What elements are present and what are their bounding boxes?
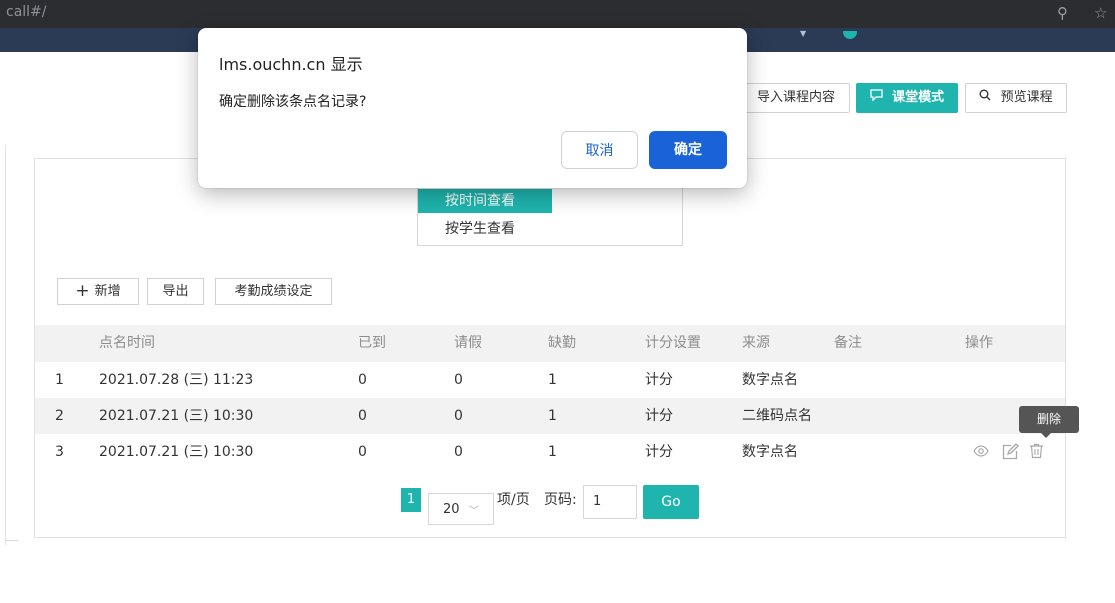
go-button[interactable]: Go (643, 485, 699, 519)
column-header-leave: 请假 (454, 335, 482, 351)
import-course-content-button[interactable]: 导入课程内容 (742, 83, 850, 113)
edit-icon[interactable] (1001, 443, 1019, 465)
attendance-score-settings-label: 考勤成绩设定 (234, 284, 313, 299)
rollcall-time: 2021.07.21 (三) 10:30 (99, 408, 254, 424)
preview-course-label: 预览课程 (1000, 90, 1053, 105)
scoring-setting: 计分 (645, 372, 673, 388)
classroom-mode-button[interactable]: 课堂模式 (856, 83, 958, 113)
page-number-active[interactable]: 1 (401, 488, 421, 512)
side-panel-edge (0, 145, 6, 545)
absent-count: 1 (548, 372, 557, 388)
leave-count: 0 (454, 408, 463, 424)
page-label: 页码: (544, 492, 577, 508)
address-bar[interactable]: call#/ (6, 4, 47, 20)
classroom-mode-label: 课堂模式 (892, 90, 945, 105)
column-header-source: 来源 (742, 335, 770, 351)
ok-button[interactable]: 确定 (649, 131, 727, 169)
rollcall-source: 数字点名 (742, 444, 798, 460)
column-header-time[interactable]: 点名时间 (99, 325, 155, 361)
page-jump-input[interactable]: 1 (583, 485, 637, 519)
cancel-button[interactable]: 取消 (561, 131, 638, 169)
view-by-time-option[interactable]: 按时间查看 (418, 189, 552, 213)
preview-course-button[interactable]: 预览课程 (965, 83, 1067, 113)
delete-tooltip: 删除 (1019, 406, 1079, 438)
column-header-note: 备注 (834, 335, 862, 351)
column-header-actions: 操作 (965, 335, 993, 351)
attendance-score-settings-button[interactable]: 考勤成绩设定 (215, 278, 332, 305)
absent-count: 1 (548, 444, 557, 460)
browser-toolbar: call#/ ⚲ ☆ (0, 0, 1115, 28)
row-index: 3 (55, 444, 64, 460)
rollcall-time: 2021.07.28 (三) 11:23 (99, 372, 254, 388)
column-header-absent: 缺勤 (548, 335, 576, 351)
dialog-title: lms.ouchn.cn 显示 (219, 55, 363, 74)
table-row[interactable]: 2 2021.07.21 (三) 10:30 0 0 1 计分 二维码点名 (35, 398, 1065, 434)
browser-search-icon[interactable]: ⚲ (1057, 4, 1068, 22)
add-rollcall-button[interactable]: + 新增 (57, 278, 139, 305)
add-label: 新增 (94, 284, 121, 299)
import-course-content-label: 导入课程内容 (756, 90, 835, 105)
view-mode-dropdown: 按时间查看 按学生查看 (417, 180, 683, 246)
table-row[interactable]: 3 2021.07.21 (三) 10:30 0 0 1 计分 数字点名 (35, 434, 1065, 470)
confirm-dialog: lms.ouchn.cn 显示 确定删除该条点名记录? 取消 确定 (198, 28, 747, 188)
rollcall-source: 数字点名 (742, 372, 798, 388)
divider (6, 540, 18, 541)
scoring-setting: 计分 (645, 444, 673, 460)
page-size-value: 20 (443, 502, 460, 517)
search-icon (979, 89, 995, 105)
export-button[interactable]: 导出 (147, 278, 204, 305)
leave-count: 0 (454, 372, 463, 388)
rollcall-source: 二维码点名 (742, 408, 812, 424)
delete-trash-icon[interactable] (1029, 443, 1044, 463)
view-eye-icon[interactable] (973, 443, 989, 463)
present-count: 0 (358, 408, 367, 424)
column-header-present: 已到 (358, 335, 386, 351)
chat-icon (870, 89, 887, 105)
user-avatar[interactable] (843, 31, 857, 39)
column-header-scoring: 计分设置 (645, 335, 701, 351)
absent-count: 1 (548, 408, 557, 424)
bookmark-star-icon[interactable]: ☆ (1094, 4, 1107, 22)
present-count: 0 (358, 372, 367, 388)
table-header-row: 点名时间 已到 请假 缺勤 计分设置 来源 备注 操作 (35, 325, 1065, 362)
export-label: 导出 (162, 284, 189, 299)
plus-icon: + (75, 281, 90, 301)
per-page-label: 项/页 (497, 492, 530, 508)
page-size-select[interactable]: 20 ﹀ (428, 493, 494, 525)
present-count: 0 (358, 444, 367, 460)
rollcall-time: 2021.07.21 (三) 10:30 (99, 444, 254, 460)
row-index: 2 (55, 408, 64, 424)
leave-count: 0 (454, 444, 463, 460)
scoring-setting: 计分 (645, 408, 673, 424)
row-index: 1 (55, 372, 64, 388)
view-by-student-option[interactable]: 按学生查看 (418, 217, 515, 241)
table-row[interactable]: 1 2021.07.28 (三) 11:23 0 0 1 计分 数字点名 (35, 362, 1065, 398)
chevron-down-icon: ﹀ (469, 506, 479, 517)
chevron-down-icon[interactable]: ▼ (800, 29, 806, 38)
dialog-message: 确定删除该条点名记录? (219, 94, 367, 110)
